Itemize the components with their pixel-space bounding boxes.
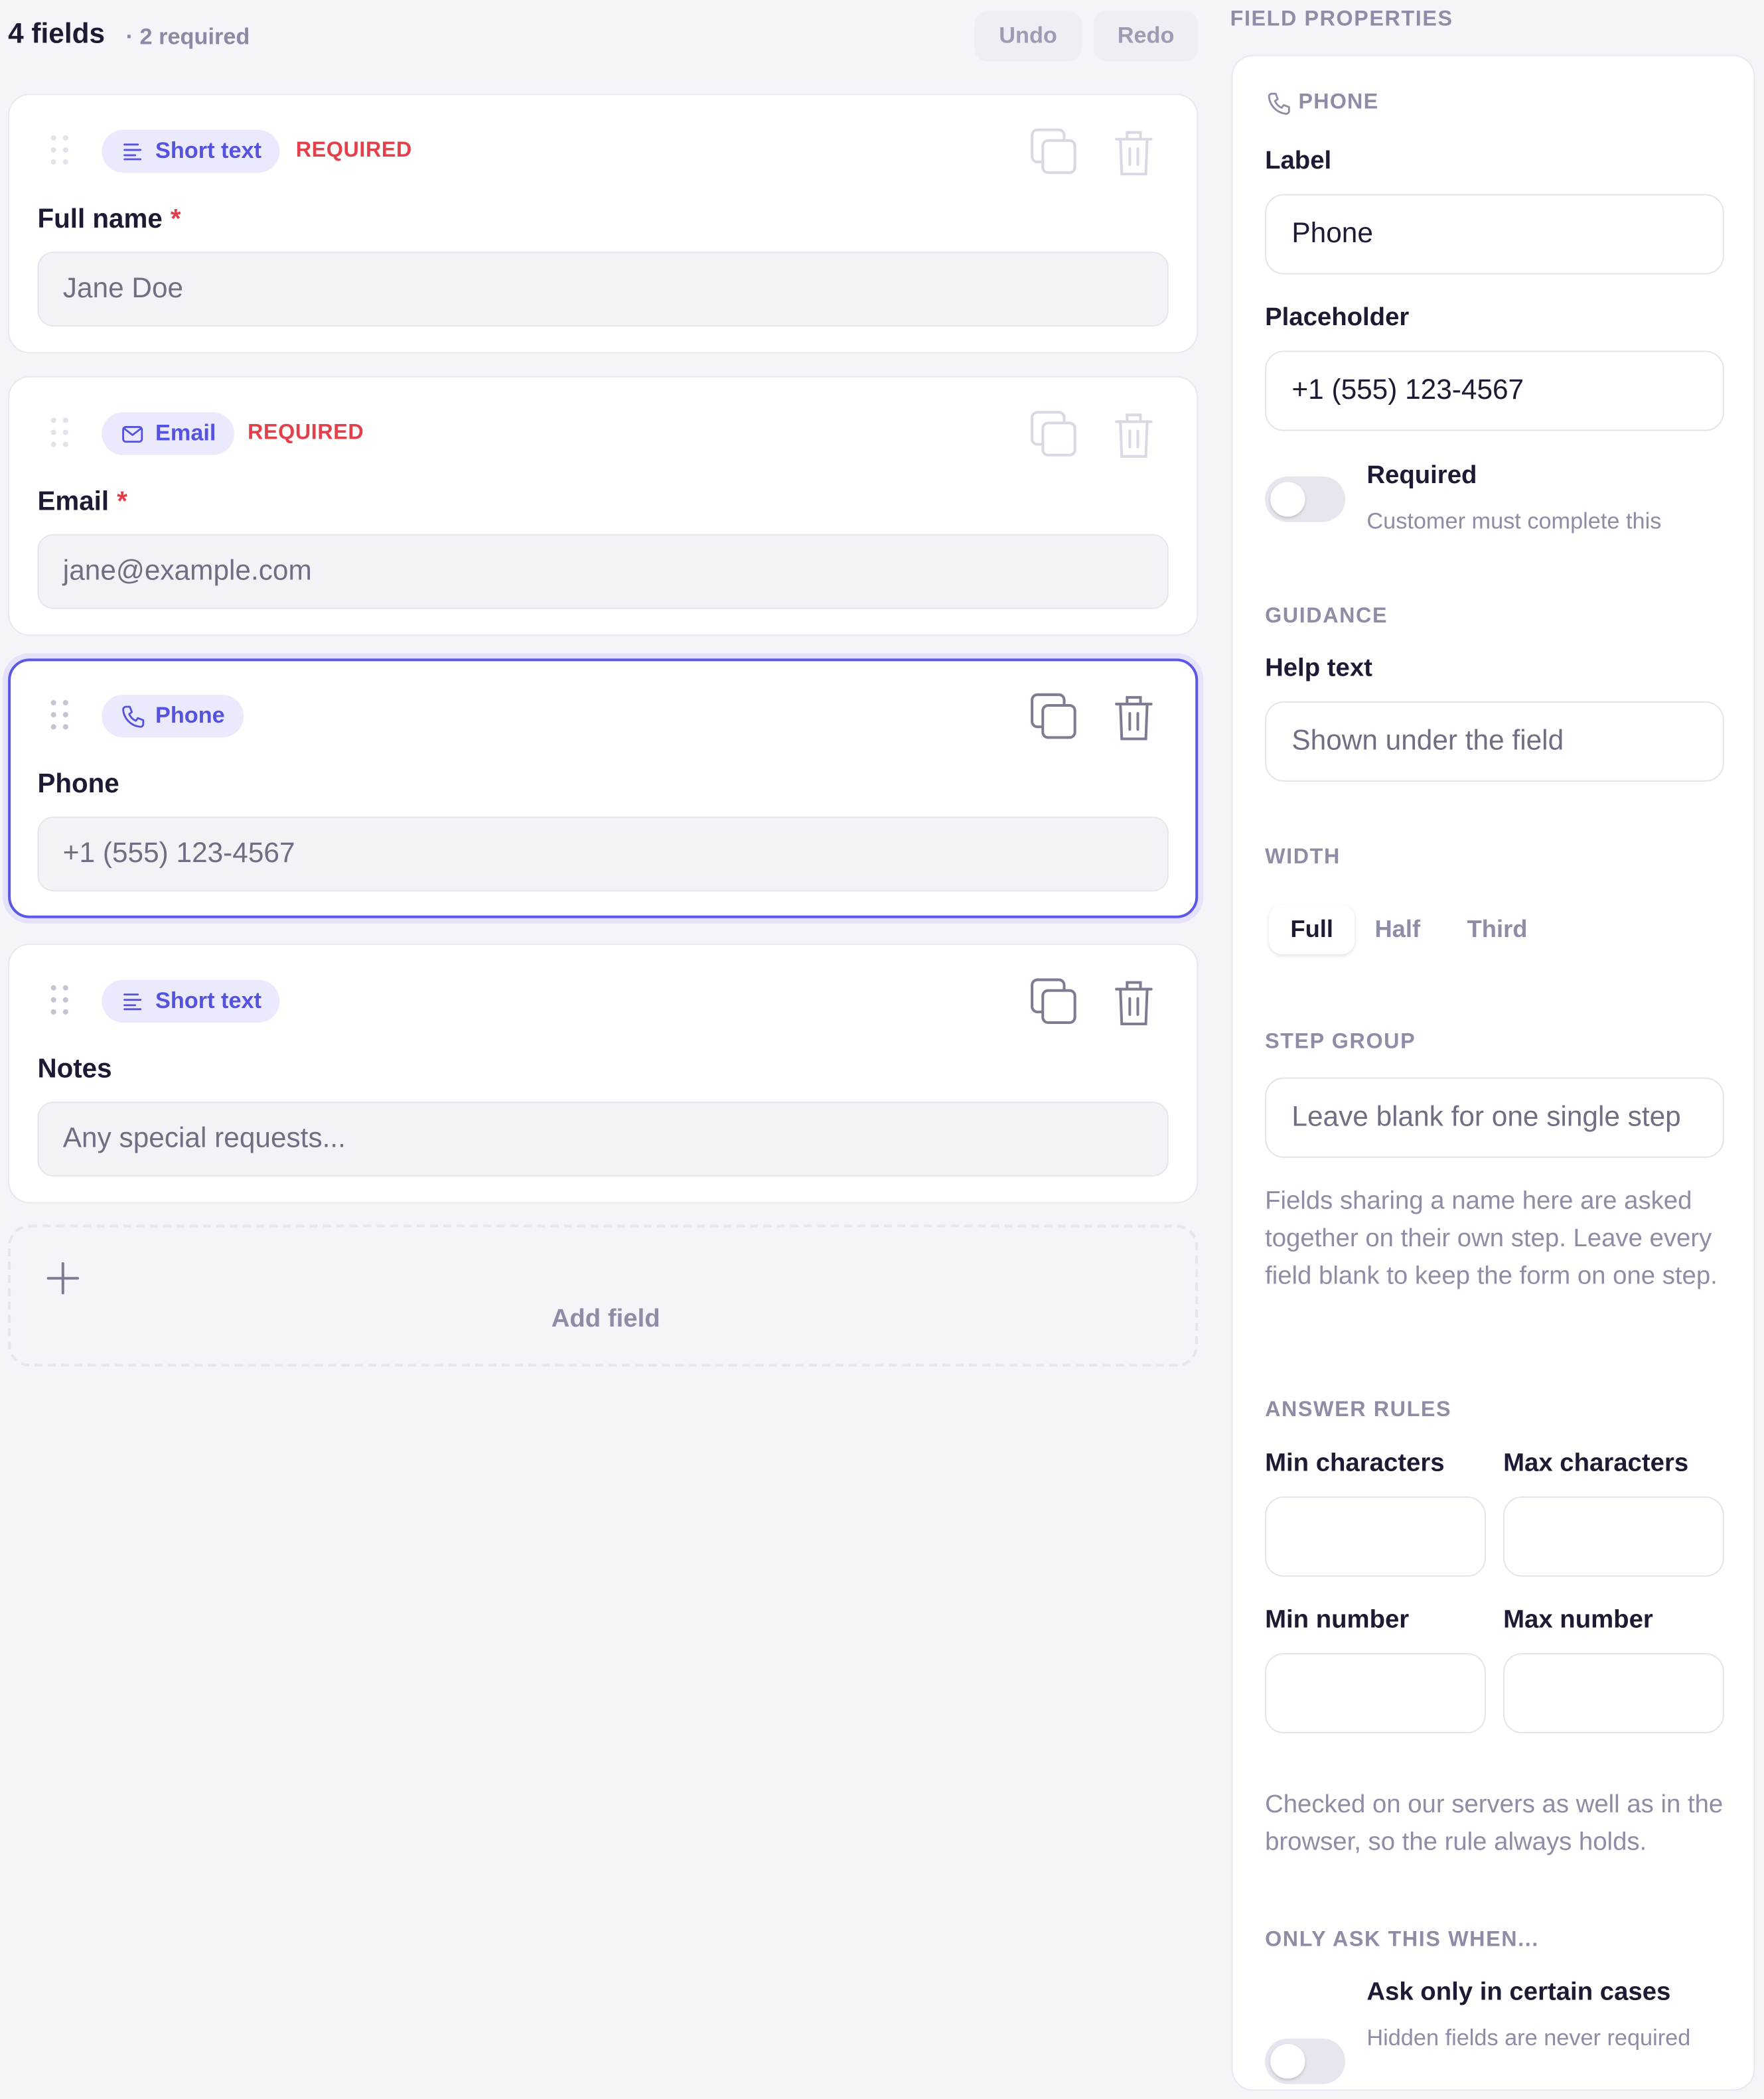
min-characters-input[interactable] xyxy=(1265,1496,1486,1577)
delete-icon[interactable] xyxy=(1110,409,1158,461)
delete-icon[interactable] xyxy=(1110,127,1158,179)
add-field-label: Add field xyxy=(551,1305,660,1333)
field-type-label: Short text xyxy=(155,987,262,1013)
field-preview-input[interactable]: Any special requests... xyxy=(37,1101,1169,1177)
duplicate-icon[interactable] xyxy=(1029,692,1078,743)
width-option-third[interactable]: Third xyxy=(1467,916,1528,944)
drag-handle-icon[interactable] xyxy=(50,417,72,455)
required-count: · 2 required xyxy=(125,24,250,50)
field-type-label: Phone xyxy=(155,702,225,729)
field-label: Phone xyxy=(37,769,119,800)
field-type-label: Email xyxy=(155,420,216,446)
field-label: Notes xyxy=(37,1054,112,1084)
placeholder-caption: Placeholder xyxy=(1265,303,1410,332)
plus-icon xyxy=(46,1262,80,1295)
drag-handle-icon[interactable] xyxy=(50,135,72,173)
field-list-header: 4 fields · 2 required Undo Redo xyxy=(8,0,1199,75)
delete-icon[interactable] xyxy=(1110,692,1158,743)
field-card-phone[interactable]: Phone Phone +1 (555) 123-4567 xyxy=(8,658,1199,918)
required-toggle-sub: Customer must complete this xyxy=(1366,508,1662,534)
field-type-pill: Phone xyxy=(102,694,244,738)
required-toggle[interactable] xyxy=(1265,476,1346,522)
label-input[interactable]: Phone xyxy=(1265,194,1724,275)
field-type-label: Short text xyxy=(155,137,262,164)
field-type-pill: Short text xyxy=(102,979,281,1023)
delete-icon[interactable] xyxy=(1110,977,1158,1028)
redo-button[interactable]: Redo xyxy=(1093,11,1199,62)
label-caption: Label xyxy=(1265,147,1332,176)
field-type-pill: Email xyxy=(102,412,235,455)
conditional-toggle[interactable] xyxy=(1265,2038,1346,2084)
field-preview-input[interactable]: jane@example.com xyxy=(37,534,1169,609)
undo-button[interactable]: Undo xyxy=(974,11,1082,62)
width-option-full[interactable]: Full xyxy=(1269,905,1355,955)
max-characters-input[interactable] xyxy=(1503,1496,1724,1577)
properties-title: FIELD PROPERTIES xyxy=(1230,8,1453,31)
conditional-heading: ONLY ASK THIS WHEN... xyxy=(1265,1928,1539,1952)
max-number-input[interactable] xyxy=(1503,1652,1724,1734)
required-star: * xyxy=(117,487,127,517)
field-count: 4 fields xyxy=(8,19,106,50)
field-preview-input[interactable]: Jane Doe xyxy=(37,252,1169,327)
width-option-half[interactable]: Half xyxy=(1374,916,1420,944)
drag-handle-icon[interactable] xyxy=(50,699,72,737)
duplicate-icon[interactable] xyxy=(1029,977,1078,1028)
required-tag: REQUIRED xyxy=(248,421,364,445)
add-field-button[interactable]: Add field xyxy=(8,1224,1199,1367)
conditional-toggle-sub: Hidden fields are never required xyxy=(1366,2025,1691,2051)
conditional-toggle-title: Ask only in certain cases xyxy=(1366,1978,1671,2007)
field-card-email[interactable]: Email REQUIRED Email * jane@example.com xyxy=(8,376,1199,636)
width-heading: WIDTH xyxy=(1265,845,1341,869)
guidance-heading: GUIDANCE xyxy=(1265,605,1388,628)
min-characters-caption: Min characters xyxy=(1265,1449,1445,1478)
max-characters-caption: Max characters xyxy=(1503,1449,1689,1478)
properties-panel: PHONE Label Phone Placeholder +1 (555) 1… xyxy=(1231,54,1755,2091)
max-number-caption: Max number xyxy=(1503,1606,1653,1634)
required-tag: REQUIRED xyxy=(295,139,412,163)
phone-icon xyxy=(122,705,145,728)
duplicate-icon[interactable] xyxy=(1029,127,1078,179)
envelope-icon xyxy=(122,426,143,443)
text-lines-icon xyxy=(123,143,142,161)
duplicate-icon[interactable] xyxy=(1029,409,1078,461)
required-star: * xyxy=(170,204,181,234)
answer-rules-heading: ANSWER RULES xyxy=(1265,1398,1452,1422)
text-lines-icon xyxy=(123,993,142,1011)
min-number-input[interactable] xyxy=(1265,1652,1486,1734)
field-card-full-name[interactable]: Short text REQUIRED Full name * Jane Doe xyxy=(8,94,1199,354)
selected-field-type: PHONE xyxy=(1266,91,1378,115)
drag-handle-icon[interactable] xyxy=(50,985,72,1023)
step-group-heading: STEP GROUP xyxy=(1265,1031,1416,1054)
min-number-caption: Min number xyxy=(1265,1606,1410,1634)
placeholder-input[interactable]: +1 (555) 123-4567 xyxy=(1265,350,1724,431)
field-card-notes[interactable]: Short text Notes Any special requests... xyxy=(8,943,1199,1204)
help-text-input[interactable]: Shown under the field xyxy=(1265,701,1724,782)
step-group-input[interactable]: Leave blank for one single step xyxy=(1265,1077,1724,1158)
required-toggle-title: Required xyxy=(1366,461,1477,490)
help-text-caption: Help text xyxy=(1265,654,1372,683)
field-type-pill: Short text xyxy=(102,129,281,173)
field-preview-input[interactable]: +1 (555) 123-4567 xyxy=(37,816,1169,892)
field-label: Email * xyxy=(37,487,127,517)
step-group-help: Fields sharing a name here are asked tog… xyxy=(1265,1187,1718,1291)
field-list: 4 fields · 2 required Undo Redo Short te… xyxy=(8,0,1199,1367)
answer-rules-help: Checked on our servers as well as in the… xyxy=(1265,1790,1724,1857)
field-label: Full name * xyxy=(37,204,181,234)
phone-icon xyxy=(1268,92,1290,115)
